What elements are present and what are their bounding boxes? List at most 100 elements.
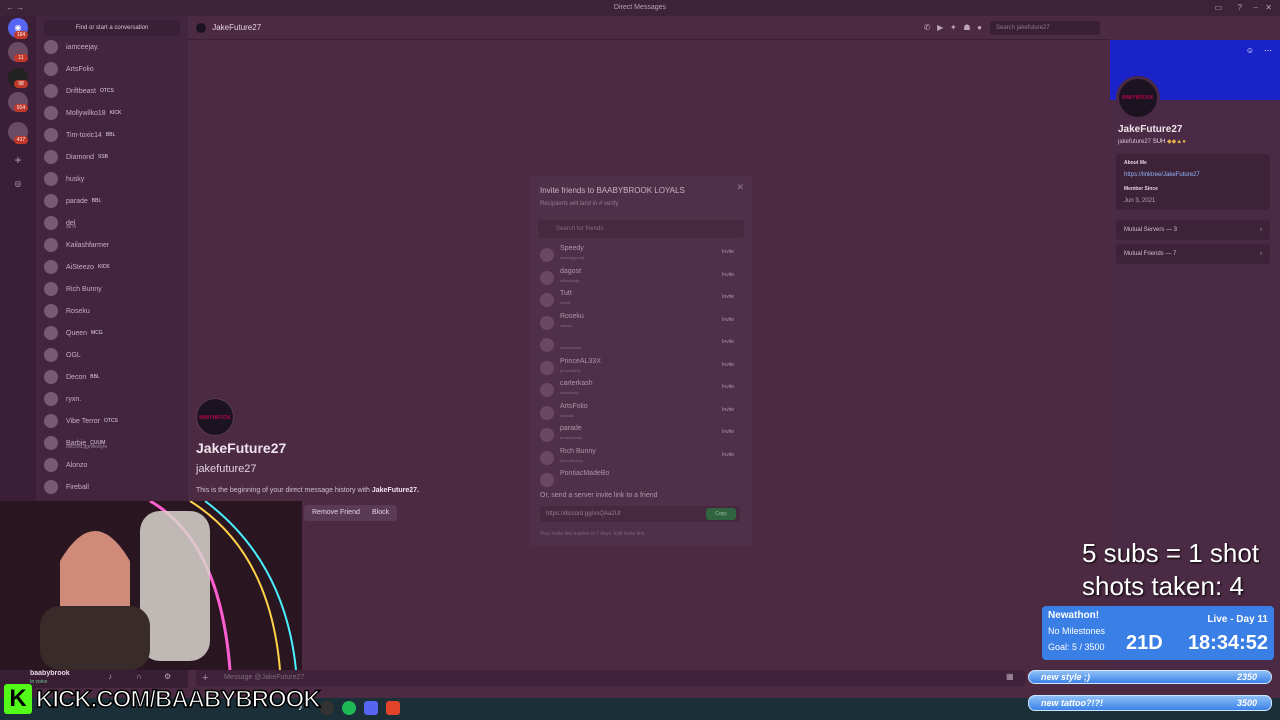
chevron-right-icon: › xyxy=(1260,227,1262,233)
dm-list-item[interactable]: Rich Bunny xyxy=(44,280,184,298)
friend-row: Speedy speedygoodly Invite xyxy=(538,244,744,266)
about-link[interactable]: https://linktree/JakeFuture27 xyxy=(1124,172,1200,178)
unread-badge: 164 xyxy=(14,31,28,39)
mutual-friends-row[interactable]: Mutual Friends — 7 › xyxy=(1116,244,1270,264)
friend-name: PontiacMadeBo xyxy=(560,470,610,477)
invite-button[interactable]: Invite xyxy=(722,317,734,323)
dm-name: iamceejay. xyxy=(66,43,99,51)
friend-username: subversiveo xyxy=(560,345,582,350)
obs-icon[interactable] xyxy=(320,701,334,715)
mutual-servers-label: Mutual Servers — 3 xyxy=(1124,227,1178,233)
friend-name: PrinceAL33X xyxy=(560,357,601,365)
search-input[interactable]: Search jakefuture27 xyxy=(990,21,1100,35)
friend-search-input[interactable]: Search for friends xyxy=(538,220,744,238)
friend-name: dagost xyxy=(560,267,582,275)
invite-link-field[interactable]: https://discord.gg/vsQAa2Ut Copy xyxy=(540,506,740,522)
friend-name: carterkash xyxy=(560,380,593,387)
dm-list-item[interactable]: OGL xyxy=(44,346,184,364)
friend-row: ArtsFolio artsfolio Invite xyxy=(538,402,744,424)
invite-button[interactable]: Invite xyxy=(722,429,734,435)
video-icon[interactable]: ▶ xyxy=(937,23,943,32)
discord-taskbar-icon[interactable] xyxy=(364,701,378,715)
avatar xyxy=(44,84,58,98)
history-name: JakeFuture27. xyxy=(371,487,419,494)
pin-icon[interactable]: ✦ xyxy=(950,23,957,32)
apps-icon[interactable]: ▦ xyxy=(1006,672,1014,681)
more-icon[interactable]: ⋯ xyxy=(1264,46,1272,55)
friend-row: Roseku roseku Invite xyxy=(538,312,744,334)
dm-list-item[interactable]: AiSteezo KICK xyxy=(44,258,184,276)
history-start-text: This is the beginning of your direct mes… xyxy=(196,487,419,494)
unread-badge: 914 xyxy=(14,104,28,112)
dm-list-item[interactable]: Barbie CUUM discord.gg/lifestyle xyxy=(44,434,184,452)
minimize-icon[interactable]: – xyxy=(1254,0,1258,16)
dm-name: Mollywilko18 xyxy=(66,109,106,117)
add-friend-icon[interactable]: ☺ xyxy=(1246,46,1254,55)
add-friends-icon[interactable]: ☗ xyxy=(963,23,970,32)
dm-list-item[interactable]: Queen MCG xyxy=(44,324,184,342)
dm-list-item[interactable]: ArtsFolio xyxy=(44,60,184,78)
profile-toggle-icon[interactable]: ● xyxy=(977,23,982,32)
friend-username: roseku xyxy=(560,322,573,328)
invite-button[interactable]: Invite xyxy=(722,407,734,413)
dm-list-item[interactable]: iamceejay. xyxy=(44,38,184,56)
invite-button[interactable]: Invite xyxy=(722,272,734,278)
avatar xyxy=(44,326,58,340)
inbox-icon[interactable]: ▭ xyxy=(1214,0,1222,16)
goal-text: Goal: 5 / 3500 xyxy=(1048,642,1105,652)
dm-list-item[interactable]: parade BBL xyxy=(44,192,184,210)
mic-icon[interactable]: ♪ xyxy=(108,672,112,681)
channel-name: JakeFuture27 xyxy=(212,23,262,32)
window-title: Direct Messages xyxy=(613,4,667,11)
brave-icon[interactable] xyxy=(386,701,400,715)
goal1-value: 2350 xyxy=(1236,672,1257,682)
profile-display-name: JakeFuture27 xyxy=(1118,124,1183,135)
dm-list-item[interactable]: Decon BBL xyxy=(44,368,184,386)
block-button[interactable]: Block xyxy=(364,505,398,521)
dm-list-item[interactable]: Mollywilko18 KICK xyxy=(44,104,184,122)
dm-name: husky xyxy=(66,175,85,183)
server-tag: SSB xyxy=(98,154,109,160)
find-conversation-input[interactable]: Find or start a conversation xyxy=(44,20,180,36)
dm-list-item[interactable]: Roseku xyxy=(44,302,184,320)
dm-list-item[interactable]: Driftbeast OTCS xyxy=(44,82,184,100)
dm-list-item[interactable]: Vibe Terror OTCS xyxy=(44,412,184,430)
avatar xyxy=(540,338,554,352)
invite-button[interactable]: Invite xyxy=(722,362,734,368)
message-input[interactable]: + Message @JakeFuture27 xyxy=(196,670,1026,686)
invite-button[interactable]: Invite xyxy=(722,294,734,300)
explore-icon[interactable]: ◎ xyxy=(8,174,28,194)
dm-list-item[interactable]: Diamond SSB xyxy=(44,148,184,166)
invite-button[interactable]: Invite xyxy=(722,249,734,255)
headset-icon[interactable]: ∩ xyxy=(136,672,142,681)
help-icon[interactable]: ? xyxy=(1238,0,1242,16)
message-placeholder: Message @JakeFuture27 xyxy=(224,674,305,681)
profile-avatar[interactable]: BABYBROOK xyxy=(1116,76,1160,120)
invite-button[interactable]: Invite xyxy=(722,384,734,390)
dm-list-item[interactable]: del all in xyxy=(44,214,184,232)
friend-name: Roseku xyxy=(560,312,584,320)
dm-list-item[interactable]: Tim-toxic14 BBL xyxy=(44,126,184,144)
remove-friend-button[interactable]: Remove Friend xyxy=(304,505,368,521)
dm-list-item[interactable]: Alonzo xyxy=(44,456,184,474)
copy-button[interactable]: Copy xyxy=(706,508,736,520)
friend-row: PrinceAL33X princeal33x Invite xyxy=(538,357,744,379)
avatar xyxy=(540,293,554,307)
invite-button[interactable]: Invite xyxy=(722,339,734,345)
invite-button[interactable]: Invite xyxy=(722,452,734,458)
mutual-servers-row[interactable]: Mutual Servers — 3 › xyxy=(1116,220,1270,240)
dm-list-item[interactable]: Fireball xyxy=(44,478,184,496)
close-icon[interactable]: ✕ xyxy=(1265,0,1272,16)
dm-list-item[interactable]: Kailashfarmer xyxy=(44,236,184,254)
dm-list-item[interactable]: ryxn. xyxy=(44,390,184,408)
dm-subtext: all in xyxy=(66,224,77,230)
dm-list-item[interactable]: husky xyxy=(44,170,184,188)
call-icon[interactable]: ✆ xyxy=(924,23,931,32)
friend-name: Rich Bunny xyxy=(560,447,596,455)
member-since-label: Member Since xyxy=(1124,186,1158,192)
settings-icon[interactable]: ⚙ xyxy=(164,672,171,681)
invite-link: https://discord.gg/vsQAa2Ut xyxy=(546,511,621,517)
close-icon[interactable]: ✕ xyxy=(736,182,744,193)
spotify-icon[interactable] xyxy=(342,701,356,715)
add-server-icon[interactable]: + xyxy=(8,150,28,170)
